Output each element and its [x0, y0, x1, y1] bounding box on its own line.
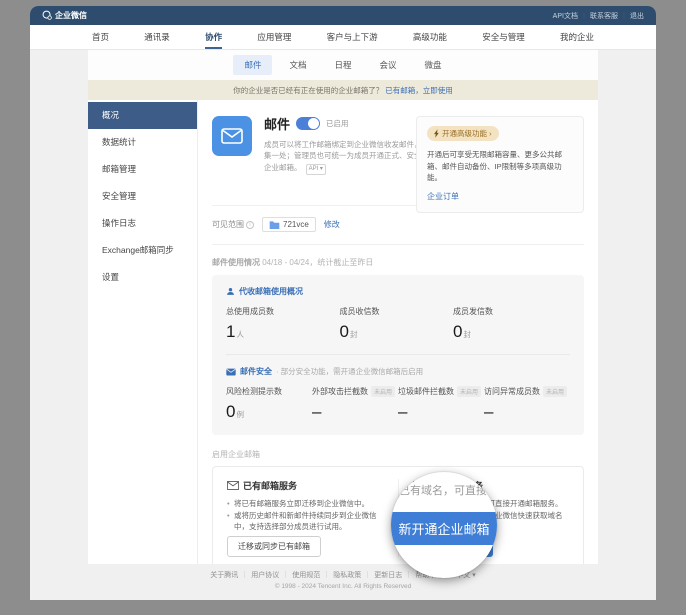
nav-item-advanced[interactable]: 高级功能 [413, 25, 447, 49]
mail-enabled-toggle[interactable] [296, 117, 320, 130]
app-window: 企业微信 API文档 联系客服 退出 首页 通讯录 协作 应用管理 客户与上下游… [30, 6, 656, 600]
stat-total-members: 总使用成员数 1人 [226, 306, 340, 342]
topbar-link-contact[interactable]: 联系客服 [578, 11, 618, 21]
topbar-link-api-docs[interactable]: API文档 [553, 11, 578, 21]
envelope-icon [221, 128, 243, 144]
usage-section-title: 邮件使用情况 04/18 - 04/24，统计截止至昨日 [212, 257, 584, 268]
migrate-sync-mailbox-button[interactable]: 迁移或同步已有邮箱 [227, 536, 321, 557]
has-mailbox-icon [227, 481, 239, 490]
tab-mail[interactable]: 邮件 [233, 55, 272, 75]
mail-security-header: 邮件安全 · 部分安全功能，需开通企业微信邮箱后启用 [226, 366, 570, 377]
stat-external-attacks: 外部攻击拦截数未启用 – [312, 386, 398, 422]
module-tabs: 邮件 文档 日程 会议 微盘 [88, 50, 598, 80]
has-mailbox-title: 已有邮箱服务 [243, 479, 297, 492]
sidebar-item-security[interactable]: 安全管理 [88, 183, 197, 210]
footer-link-about[interactable]: 关于腾讯 [210, 570, 238, 580]
wecom-logo-text: 企业微信 [55, 10, 87, 21]
mail-title: 邮件 [264, 114, 290, 133]
magnifier-overlay: 如果企业已有域名，可直接开通邮箱服务。 新开通企业邮箱 [391, 472, 497, 578]
topbar-link-logout[interactable]: 退出 [618, 11, 644, 21]
notice-link[interactable]: 已有邮箱，立即使用 [385, 85, 453, 96]
folder-icon [269, 220, 280, 229]
copyright-text: © 1998 - 2024 Tencent Inc. All Rights Re… [30, 583, 656, 590]
page-footer: 关于腾讯 用户协议 使用规范 隐私政策 更新日志 帮助中心 中文 ▾ © 199… [30, 570, 656, 590]
content-panel: 邮件 文档 日程 会议 微盘 你的企业是否已经有正在使用的企业邮箱了？ 已有邮箱… [88, 50, 598, 564]
modify-visible-range-link[interactable]: 修改 [324, 219, 340, 230]
nav-item-customers[interactable]: 客户与上下游 [327, 25, 378, 49]
security-stats-row: 风险检测提示数 0例 外部攻击拦截数未启用 – 垃圾邮件拦截数未启用 – 访 [226, 386, 570, 422]
topbar: 企业微信 API文档 联系客服 退出 [30, 6, 656, 25]
nav-item-my-company[interactable]: 我的企业 [560, 25, 594, 49]
footer-link-changelog[interactable]: 更新日志 [361, 570, 402, 580]
notice-text: 你的企业是否已经有正在使用的企业邮箱了？ [233, 85, 383, 96]
not-enabled-badge: 未启用 [543, 386, 567, 397]
sidebar-item-overview[interactable]: 概况 [88, 102, 197, 129]
api-dropdown-badge[interactable]: API ▾ [306, 164, 326, 175]
nav-item-apps[interactable]: 应用管理 [257, 25, 291, 49]
mail-security-note: · 部分安全功能，需开通企业微信邮箱后启用 [276, 366, 423, 377]
nav-item-contacts[interactable]: 通讯录 [144, 25, 170, 49]
enterprise-orders-link[interactable]: 企业订单 [427, 191, 459, 202]
proxy-stats-row: 总使用成员数 1人 成员收信数 0封 成员发信数 0封 [226, 306, 570, 342]
stat-spam-blocked: 垃圾邮件拦截数未启用 – [398, 386, 484, 422]
proxy-mailbox-header: 代收邮箱使用概况 [226, 286, 570, 297]
nav-item-home[interactable]: 首页 [92, 25, 109, 49]
panel-body: 概况 数据统计 邮箱管理 安全管理 操作日志 Exchange邮箱同步 设置 [88, 100, 598, 564]
wecom-logo[interactable]: 企业微信 [42, 10, 87, 22]
premium-promo-card: 开通高级功能 › 开通后可享受无限邮箱容量、更多公共邮箱、邮件自动备份、IP限制… [416, 116, 584, 213]
mail-status-label: 已启用 [326, 118, 349, 129]
person-icon [226, 287, 235, 296]
magnified-text-fragment: 如果企业已有域名，可直接开通邮箱服务。 [391, 482, 497, 498]
usage-stats-panel: 代收邮箱使用概况 总使用成员数 1人 成员收信数 0封 成员发信数 [212, 275, 584, 435]
tab-drive[interactable]: 微盘 [414, 55, 453, 75]
settings-sidebar: 概况 数据统计 邮箱管理 安全管理 操作日志 Exchange邮箱同步 设置 [88, 100, 198, 564]
mail-security-icon [226, 368, 236, 376]
sidebar-item-statistics[interactable]: 数据统计 [88, 129, 197, 156]
bolt-icon [434, 129, 440, 138]
visible-range-tag: 721vce [262, 217, 316, 232]
sidebar-item-settings[interactable]: 设置 [88, 264, 197, 291]
stat-mails-sent: 成员发信数 0封 [453, 306, 567, 342]
footer-link-privacy[interactable]: 隐私政策 [320, 570, 361, 580]
magnified-new-mailbox-button[interactable]: 新开通企业邮箱 [391, 512, 497, 545]
not-enabled-badge: 未启用 [371, 386, 395, 397]
tab-docs[interactable]: 文档 [278, 55, 317, 75]
visible-range-label: 可见范围 [212, 219, 254, 230]
nav-item-collaboration[interactable]: 协作 [205, 25, 222, 49]
stat-mails-received: 成员收信数 0封 [340, 306, 454, 342]
footer-link-usage-policy[interactable]: 使用规范 [279, 570, 320, 580]
info-icon[interactable] [246, 221, 254, 229]
mail-app-header: 邮件 已启用 成员可以将工作邮箱绑定到企业微信收发邮件，工作消息归集一处；管理员… [212, 114, 584, 206]
stat-risk-alerts: 风险检测提示数 0例 [226, 386, 312, 422]
notice-bar: 你的企业是否已经有正在使用的企业邮箱了？ 已有邮箱，立即使用 [88, 80, 598, 100]
not-enabled-badge: 未启用 [457, 386, 481, 397]
tab-meeting[interactable]: 会议 [369, 55, 408, 75]
main-nav: 首页 通讯录 协作 应用管理 客户与上下游 高级功能 安全与管理 我的企业 [30, 25, 656, 50]
premium-upgrade-badge[interactable]: 开通高级功能 › [427, 126, 499, 141]
sidebar-item-mailbox-mgmt[interactable]: 邮箱管理 [88, 156, 197, 183]
tab-calendar[interactable]: 日程 [323, 55, 362, 75]
mail-app-icon [212, 116, 252, 156]
footer-links: 关于腾讯 用户协议 使用规范 隐私政策 更新日志 帮助中心 中文 ▾ [30, 570, 656, 580]
has-mailbox-bullets: 将已有邮箱服务立即迁移到企业微信中。 或将历史邮件和新邮件持续同步到企业微信中，… [227, 498, 384, 533]
stats-divider [226, 354, 570, 355]
nav-item-security-mgmt[interactable]: 安全与管理 [482, 25, 525, 49]
enable-section-title: 启用企业邮箱 [212, 449, 584, 460]
proxy-mailbox-title: 代收邮箱使用概况 [239, 286, 303, 297]
sidebar-item-exchange-sync[interactable]: Exchange邮箱同步 [88, 237, 197, 264]
wecom-logo-icon [42, 10, 52, 22]
has-mailbox-column: 已有邮箱服务 将已有邮箱服务立即迁移到企业微信中。 或将历史邮件和新邮件持续同步… [227, 479, 398, 557]
sidebar-item-logs[interactable]: 操作日志 [88, 210, 197, 237]
topbar-links: API文档 联系客服 退出 [553, 11, 644, 21]
premium-promo-text: 开通后可享受无限邮箱容量、更多公共邮箱、邮件自动备份、IP限制等多项高级功能。 [427, 149, 573, 184]
mail-security-title: 邮件安全 [240, 366, 272, 377]
footer-link-agreement[interactable]: 用户协议 [238, 570, 279, 580]
stat-abnormal-access: 访问异常成员数未启用 – [484, 386, 570, 422]
